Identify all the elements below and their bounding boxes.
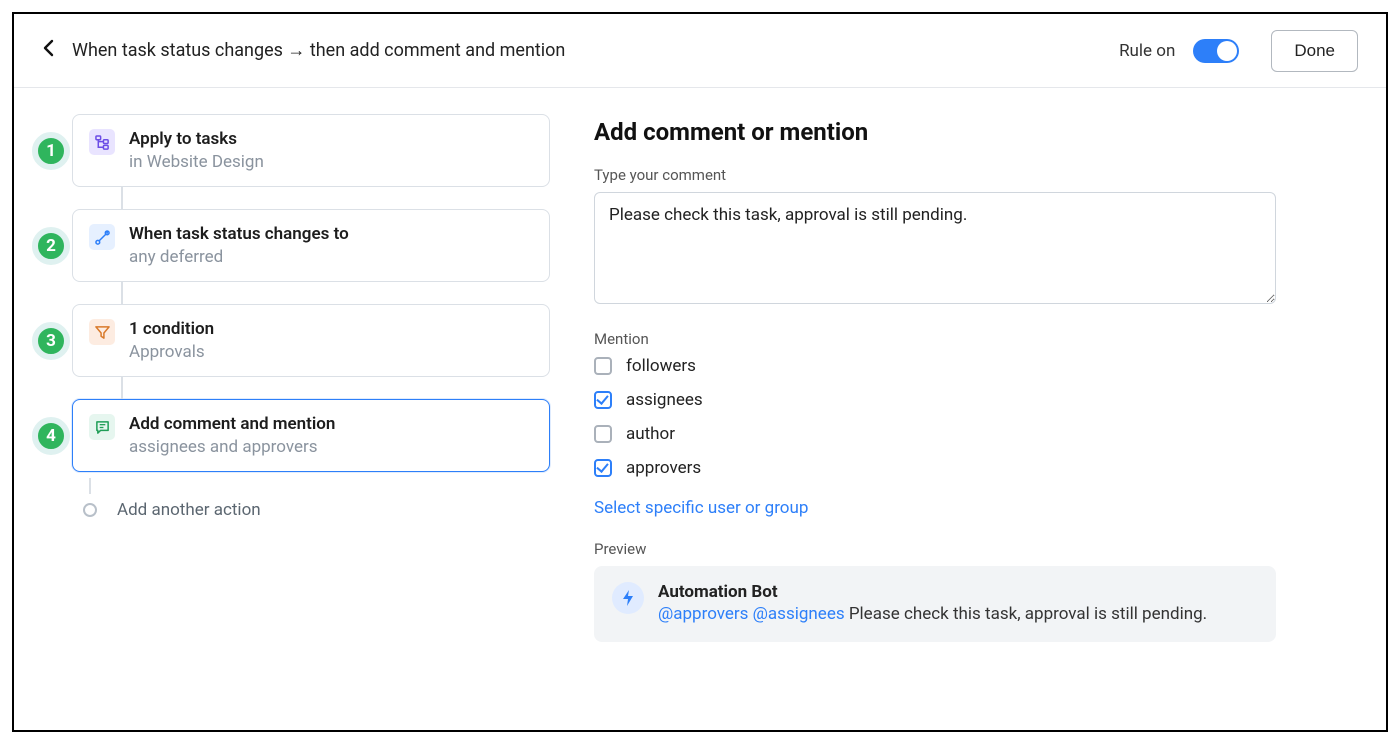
mention-option-label: author — [626, 424, 675, 444]
branch-icon — [89, 224, 115, 250]
step-subtitle: any deferred — [129, 247, 349, 267]
mention-option-label: assignees — [626, 390, 703, 410]
add-action-label: Add another action — [117, 500, 261, 520]
rule-step[interactable]: 1Apply to tasksin Website Design — [46, 114, 550, 187]
step-detail-panel: Add comment or mention Type your comment… — [574, 88, 1386, 730]
bolt-icon — [612, 582, 644, 614]
preview-message: @approvers @assignees Please check this … — [658, 604, 1207, 624]
mention-option[interactable]: approvers — [594, 458, 1276, 478]
step-title: 1 condition — [129, 319, 214, 339]
rule-step[interactable]: 4Add comment and mentionassignees and ap… — [46, 399, 550, 472]
panel-heading: Add comment or mention — [594, 118, 1276, 146]
step-number-badge: 3 — [32, 322, 70, 360]
mention-option[interactable]: author — [594, 424, 1276, 444]
mention-tag: @approvers — [658, 604, 753, 624]
step-title: When task status changes to — [129, 224, 349, 244]
preview-bot-name: Automation Bot — [658, 582, 1207, 602]
mention-tag: @assignees — [753, 604, 849, 624]
rule-steps-panel: 1Apply to tasksin Website Design2When ta… — [14, 88, 574, 730]
comment-input[interactable] — [594, 192, 1276, 304]
add-another-action[interactable]: Add another action — [72, 494, 550, 520]
mention-section-label: Mention — [594, 330, 1276, 348]
comment-icon — [89, 414, 115, 440]
step-card[interactable]: Add comment and mention assignees and app… — [72, 399, 550, 472]
comment-field-label: Type your comment — [594, 166, 1276, 184]
preview-box: Automation Bot @approvers @assignees Ple… — [594, 566, 1276, 642]
step-subtitle: in Website Design — [129, 152, 264, 172]
step-title: Add comment and mention — [129, 414, 335, 434]
mention-option[interactable]: followers — [594, 356, 1276, 376]
step-card[interactable]: When task status changes to any deferred — [72, 209, 550, 282]
preview-text: Please check this task, approval is stil… — [849, 604, 1207, 624]
rule-toggle-label: Rule on — [1119, 41, 1175, 61]
back-button[interactable] — [42, 34, 58, 67]
rule-toggle[interactable] — [1193, 39, 1239, 63]
rule-title: When task status changes → then add comm… — [72, 40, 565, 61]
mention-option-label: approvers — [626, 458, 701, 478]
rule-step[interactable]: 2When task status changes toany deferred — [46, 209, 550, 282]
header-bar: When task status changes → then add comm… — [14, 14, 1386, 88]
done-button[interactable]: Done — [1271, 30, 1358, 72]
step-subtitle: assignees and approvers — [129, 437, 335, 457]
filter-icon — [89, 319, 115, 345]
step-number-badge: 2 — [32, 227, 70, 265]
tree-icon — [89, 129, 115, 155]
checkbox[interactable] — [594, 357, 612, 375]
automation-rule-window: When task status changes → then add comm… — [12, 12, 1388, 732]
mention-option-label: followers — [626, 356, 696, 376]
step-title: Apply to tasks — [129, 129, 264, 149]
checkbox[interactable] — [594, 391, 612, 409]
step-number-badge: 4 — [32, 417, 70, 455]
rule-step[interactable]: 31 conditionApprovals — [46, 304, 550, 377]
step-card[interactable]: Apply to tasks in Website Design — [72, 114, 550, 187]
step-card[interactable]: 1 condition Approvals — [72, 304, 550, 377]
chevron-left-icon — [42, 39, 56, 57]
preview-section-label: Preview — [594, 540, 1276, 558]
select-user-link[interactable]: Select specific user or group — [594, 498, 808, 518]
step-subtitle: Approvals — [129, 342, 214, 362]
step-number-badge: 1 — [32, 132, 70, 170]
checkbox[interactable] — [594, 459, 612, 477]
checkbox[interactable] — [594, 425, 612, 443]
add-circle-icon — [83, 503, 97, 517]
mention-option[interactable]: assignees — [594, 390, 1276, 410]
